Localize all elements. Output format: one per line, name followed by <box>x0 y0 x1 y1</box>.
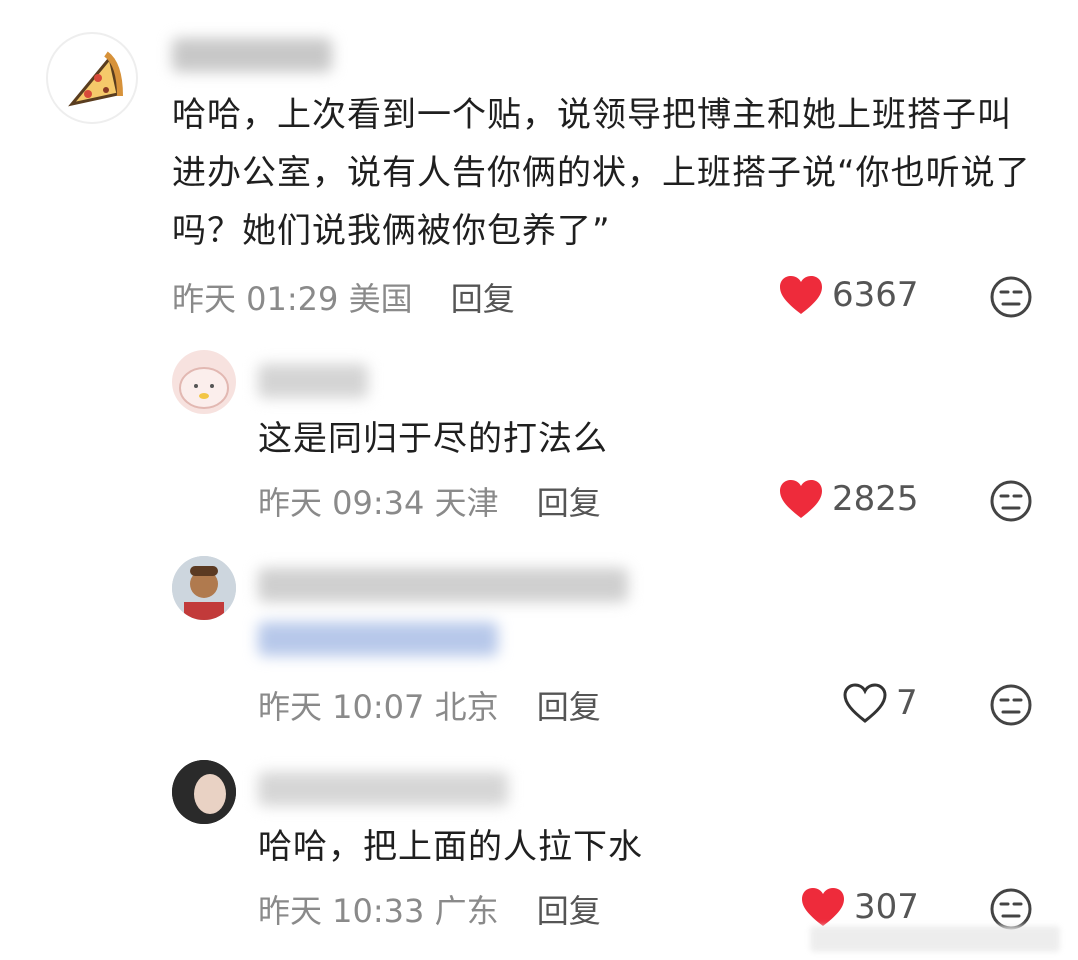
comment-meta: 昨天 10:33 广东 回复 <box>258 886 601 932</box>
username-blurred[interactable] <box>258 772 508 806</box>
reply-button[interactable]: 回复 <box>537 688 601 726</box>
pizza-icon <box>68 51 123 107</box>
avatar[interactable] <box>46 32 138 124</box>
heart-icon <box>802 888 844 926</box>
comment-text: 哈哈，上次看到一个贴，说领导把博主和她上班搭子叫进办公室，说有人告你俩的状，上班… <box>172 95 1031 251</box>
meh-face-icon[interactable] <box>989 887 1033 931</box>
meh-face-icon[interactable] <box>989 479 1033 523</box>
comment-text: 这是同归于尽的打法么 <box>258 419 608 459</box>
meh-face-icon[interactable] <box>989 275 1033 319</box>
avatar[interactable] <box>172 350 236 414</box>
cartoon-avatar-icon <box>179 367 229 409</box>
meh-face-icon[interactable] <box>989 683 1033 727</box>
comment-time: 昨天 01:29 美国 <box>172 280 413 318</box>
like-button[interactable]: 307 <box>800 886 919 928</box>
like-count: 6367 <box>832 275 919 315</box>
like-button[interactable]: 7 <box>842 682 918 724</box>
like-button[interactable]: 6367 <box>778 274 919 316</box>
reply-button[interactable]: 回复 <box>537 892 601 930</box>
person-avatar-icon <box>172 556 236 620</box>
comment-time: 昨天 10:07 北京 <box>258 688 499 726</box>
heart-icon <box>780 276 822 314</box>
comment-text: 哈哈，把上面的人拉下水 <box>258 827 643 867</box>
comment-time: 昨天 10:33 广东 <box>258 892 499 930</box>
like-count: 2825 <box>832 479 919 519</box>
comment-text-blurred <box>258 622 498 656</box>
reply-button[interactable]: 回复 <box>451 280 515 318</box>
like-count: 7 <box>896 683 918 723</box>
avatar[interactable] <box>172 760 236 824</box>
heart-outline-icon <box>843 683 887 723</box>
like-count: 307 <box>854 887 919 927</box>
avatar[interactable] <box>172 556 236 620</box>
reply-button[interactable]: 回复 <box>537 484 601 522</box>
username-blurred[interactable] <box>258 568 628 602</box>
username-blurred[interactable] <box>172 38 332 72</box>
watermark-blurred <box>810 926 1060 952</box>
comment-meta: 昨天 10:07 北京 回复 <box>258 682 601 728</box>
comment-time: 昨天 09:34 天津 <box>258 484 499 522</box>
heart-icon <box>780 480 822 518</box>
like-button[interactable]: 2825 <box>778 478 919 520</box>
comment-meta: 昨天 01:29 美国 回复 <box>172 274 515 320</box>
comment-meta: 昨天 09:34 天津 回复 <box>258 478 601 524</box>
person-avatar-icon <box>172 760 236 824</box>
username-blurred[interactable] <box>258 364 368 398</box>
